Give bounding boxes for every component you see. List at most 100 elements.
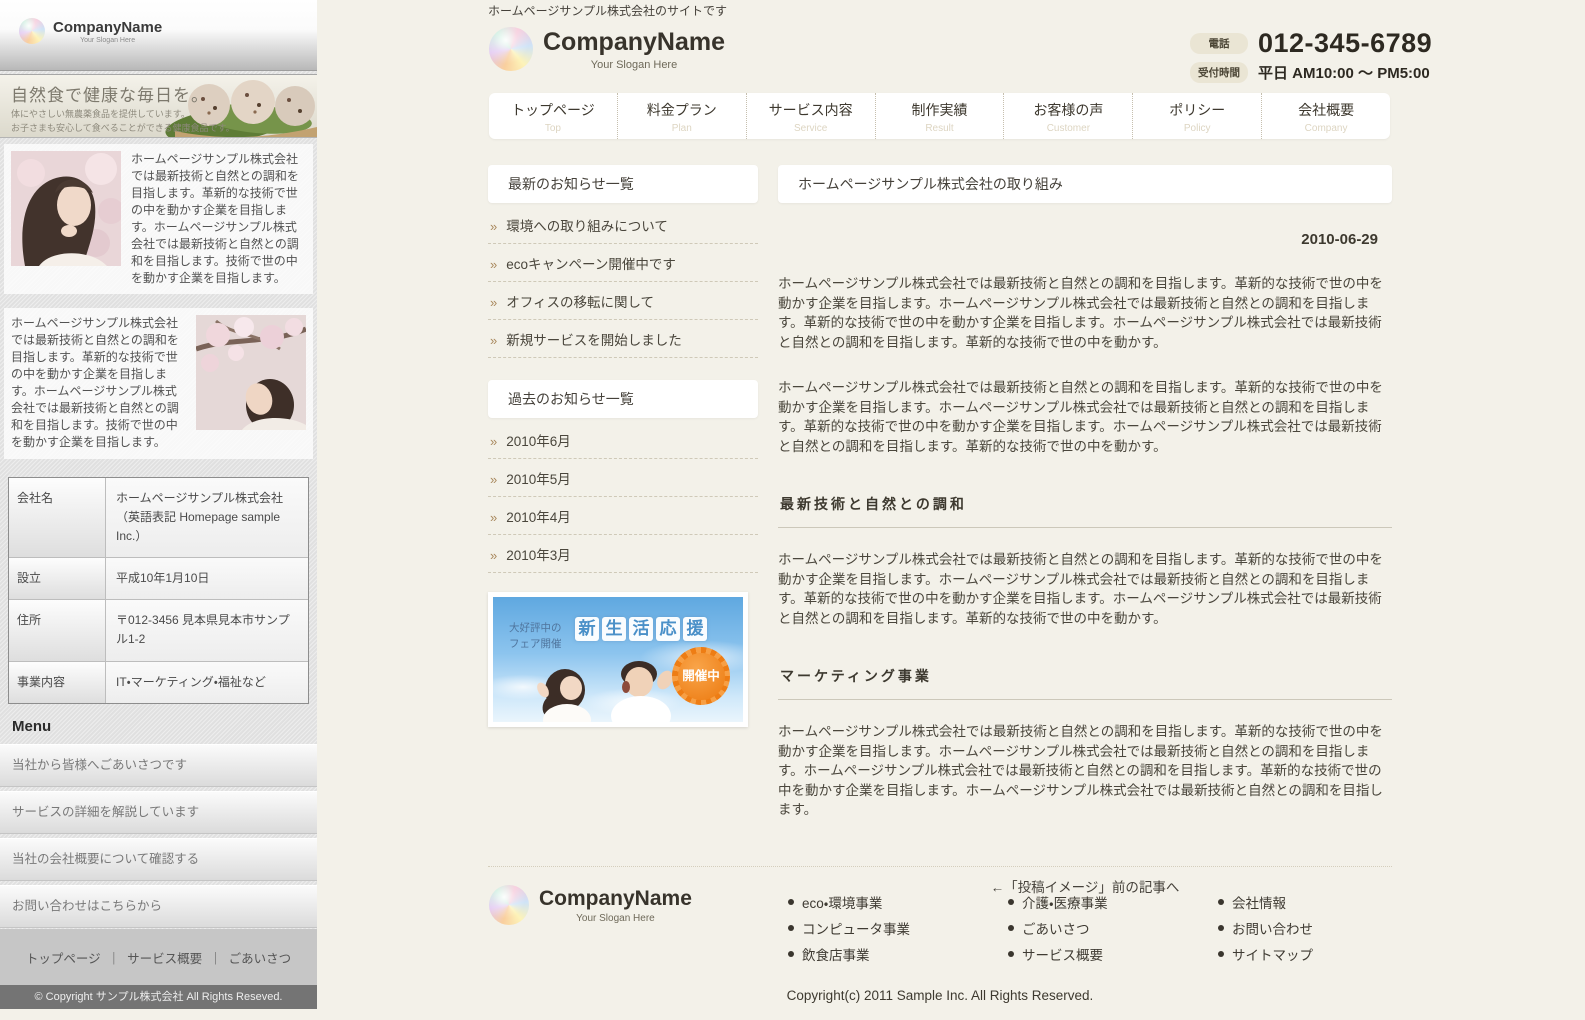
nav-item-customer[interactable]: お客様の声 Customer xyxy=(1003,93,1132,139)
arrow-bullet-icon: » xyxy=(490,295,497,310)
sidebar-menu-item-service[interactable]: サービスの詳細を解説しています xyxy=(0,791,317,834)
nav-label: 制作実績 xyxy=(876,100,1004,120)
footer-logo: CompanyName Your Slogan Here xyxy=(489,885,692,925)
news-item[interactable]: » 新規サービスを開始しました xyxy=(488,320,758,358)
food-banner-title: 自然食で健康な毎日を。 xyxy=(11,81,209,106)
campaign-title-char: 活 xyxy=(629,617,653,641)
latest-news-heading: 最新のお知らせ一覧 xyxy=(488,165,758,203)
row-label: 設立 xyxy=(9,558,106,599)
footer-link-service[interactable]: サービス概要 xyxy=(1008,944,1108,964)
sidebar: CompanyName Your Slogan Here 自然食で健康な毎日を。… xyxy=(0,0,317,1009)
about-text-2: ホームページサンプル株式会社では最新技術と自然との調和を目指します。革新的な技術… xyxy=(11,315,186,451)
footer-link-top[interactable]: トップページ xyxy=(26,948,101,967)
archive-item[interactable]: »2010年3月 xyxy=(488,535,758,573)
archive-item[interactable]: » 2010年4月 xyxy=(488,497,758,535)
nav-sublabel: Company xyxy=(1262,123,1390,134)
woman-portrait-image xyxy=(11,151,121,266)
campaign-title-char: 援 xyxy=(683,617,707,641)
table-row: 住所 〒012-3456 見本県見本市サンプル1-2 xyxy=(9,600,308,661)
separator: ｜ xyxy=(108,948,121,967)
campaign-banner[interactable]: 大好評中の フェア開催 新 生 活 応 援 xyxy=(488,592,748,727)
archive-item-label: 2010年6月 xyxy=(506,430,571,450)
row-label: 事業内容 xyxy=(9,662,106,703)
news-item[interactable]: »ecoキャンペーン開催中です xyxy=(488,244,758,282)
row-value: IT・マーケティング・福祉など xyxy=(106,662,308,703)
footer-link-label: お問い合わせ xyxy=(1232,918,1313,938)
archive-heading: 過去のお知らせ一覧 xyxy=(488,380,758,418)
main-nav: トップページ Top 料金プラン Plan サービス内容 Service 制作実… xyxy=(489,93,1390,139)
sidebar-logo[interactable]: CompanyName Your Slogan Here xyxy=(19,18,162,44)
footer-link-label: コンピュータ事業 xyxy=(802,918,910,938)
food-banner-line1: 体にやさしい無農薬食品を提供しています。 xyxy=(11,107,235,121)
header-logo-name: CompanyName xyxy=(543,28,725,57)
news-item-label: ecoキャンペーン開催中です xyxy=(506,253,676,273)
footer-link-restaurant[interactable]: 飲食店事業 xyxy=(788,944,910,964)
sidebar-about-block-1: ホームページサンプル株式会社では最新技術と自然との調和を目指します。革新的な技術… xyxy=(4,144,313,294)
nav-sublabel: Result xyxy=(876,123,1004,134)
nav-label: お客様の声 xyxy=(1004,100,1132,120)
nav-label: 会社概要 xyxy=(1262,100,1390,120)
latest-news-list: »環境への取り組みについて »ecoキャンペーン開催中です »オフィスの移転に関… xyxy=(488,206,758,358)
archive-item[interactable]: » 2010年6月 xyxy=(488,421,758,459)
table-row: 会社名 ホームページサンプル株式会社 （英語表記 Homepage sample… xyxy=(9,478,308,559)
header-logo[interactable]: CompanyName Your Slogan Here xyxy=(489,27,725,71)
campaign-title-char: 生 xyxy=(602,617,626,641)
separator: ｜ xyxy=(209,948,222,967)
sidebar-footer-links: トップページ ｜ サービス概要 ｜ ごあいさつ xyxy=(0,929,317,985)
nav-item-result[interactable]: 制作実績 Result xyxy=(875,93,1004,139)
company-info-table: 会社名 ホームページサンプル株式会社 （英語表記 Homepage sample… xyxy=(8,477,309,704)
sidebar-logo-block[interactable]: CompanyName Your Slogan Here xyxy=(0,0,317,71)
footer-link-greeting[interactable]: ごあいさつ xyxy=(1008,918,1108,938)
footer-link-computer[interactable]: コンピュータ事業 xyxy=(788,918,910,938)
article-section-heading: 最新技術と自然との調和 xyxy=(778,494,1392,528)
nav-item-plan[interactable]: 料金プラン Plan xyxy=(617,93,746,139)
footer-link-eco[interactable]: eco・環境事業 xyxy=(788,892,910,912)
nav-item-top[interactable]: トップページ Top xyxy=(489,93,617,139)
footer-link-label: サイトマップ xyxy=(1232,944,1313,964)
news-item-label: 新規サービスを開始しました xyxy=(506,329,682,349)
arrow-bullet-icon: » xyxy=(490,472,497,487)
footer-copyright: Copyright(c) 2011 Sample Inc. All Rights… xyxy=(488,988,1392,1003)
arrow-bullet-icon: » xyxy=(490,510,497,525)
company-logo-icon xyxy=(489,27,533,71)
sidebar-menu-item-contact[interactable]: お問い合わせはこちらから xyxy=(0,885,317,928)
news-item[interactable]: »オフィスの移転に関して xyxy=(488,282,758,320)
nav-item-company[interactable]: 会社概要 Company xyxy=(1261,93,1390,139)
footer-link-greeting[interactable]: ごあいさつ xyxy=(229,948,292,967)
arrow-bullet-icon: » xyxy=(490,434,497,449)
sidebar-food-banner[interactable]: 自然食で健康な毎日を。 体にやさしい無農薬食品を提供しています。 お子さまも安心… xyxy=(0,74,317,138)
nav-sublabel: Service xyxy=(747,123,875,134)
footer-link-label: ごあいさつ xyxy=(1022,918,1090,938)
sidebar-menu-item-company[interactable]: 当社の会社概要について確認する xyxy=(0,838,317,881)
footer-link-contact[interactable]: お問い合わせ xyxy=(1218,918,1313,938)
campaign-tagline: 大好評中の フェア開催 xyxy=(509,621,562,653)
footer-link-company-info[interactable]: 会社情報 xyxy=(1218,892,1313,912)
nav-item-service[interactable]: サービス内容 Service xyxy=(746,93,875,139)
footer-link-service[interactable]: サービス概要 xyxy=(127,948,202,967)
about-text-1: ホームページサンプル株式会社では最新技術と自然との調和を目指します。革新的な技術… xyxy=(131,151,306,287)
row-value: ホームページサンプル株式会社 （英語表記 Homepage sample Inc… xyxy=(106,478,308,558)
food-banner-subtext: 体にやさしい無農薬食品を提供しています。 お子さまも安心して食べることができる健… xyxy=(11,107,235,136)
sidebar-copyright: © Copyright サンプル株式会社 All Rights Reseved. xyxy=(0,985,317,1009)
footer-logo-name: CompanyName xyxy=(539,887,692,911)
footer-link-sitemap[interactable]: サイトマップ xyxy=(1218,944,1313,964)
archive-item[interactable]: »2010年5月 xyxy=(488,459,758,497)
footer-link-label: 介護・医療事業 xyxy=(1022,892,1108,912)
footer-link-care[interactable]: 介護・医療事業 xyxy=(1008,892,1108,912)
footer-links-column-1: eco・環境事業 コンピュータ事業 飲食店事業 xyxy=(788,892,910,970)
nav-item-policy[interactable]: ポリシー Policy xyxy=(1132,93,1261,139)
row-value: 〒012-3456 見本県見本市サンプル1-2 xyxy=(106,600,308,660)
hours-value: 平日 AM10:00 ～ PM5:00 xyxy=(1258,62,1430,83)
footer-link-label: 飲食店事業 xyxy=(802,944,870,964)
sidebar-menu-item-greeting[interactable]: 当社から皆様へごあいさつです xyxy=(0,744,317,787)
campaign-tagline-line1: 大好評中の xyxy=(509,621,562,637)
footer-links-column-3: 会社情報 お問い合わせ サイトマップ xyxy=(1218,892,1313,970)
archive-list: » 2010年6月 »2010年5月 » 2010年4月 »2010年3月 xyxy=(488,421,758,573)
campaign-title-char: 新 xyxy=(575,617,599,641)
news-item[interactable]: »環境への取り組みについて xyxy=(488,206,758,244)
archive-item-label: 2010年4月 xyxy=(506,506,571,526)
footer-link-label: 会社情報 xyxy=(1232,892,1286,912)
row-value: 平成10年1月10日 xyxy=(106,558,308,599)
campaign-title: 新 生 活 応 援 xyxy=(575,617,707,641)
arrow-bullet-icon: » xyxy=(490,333,497,348)
